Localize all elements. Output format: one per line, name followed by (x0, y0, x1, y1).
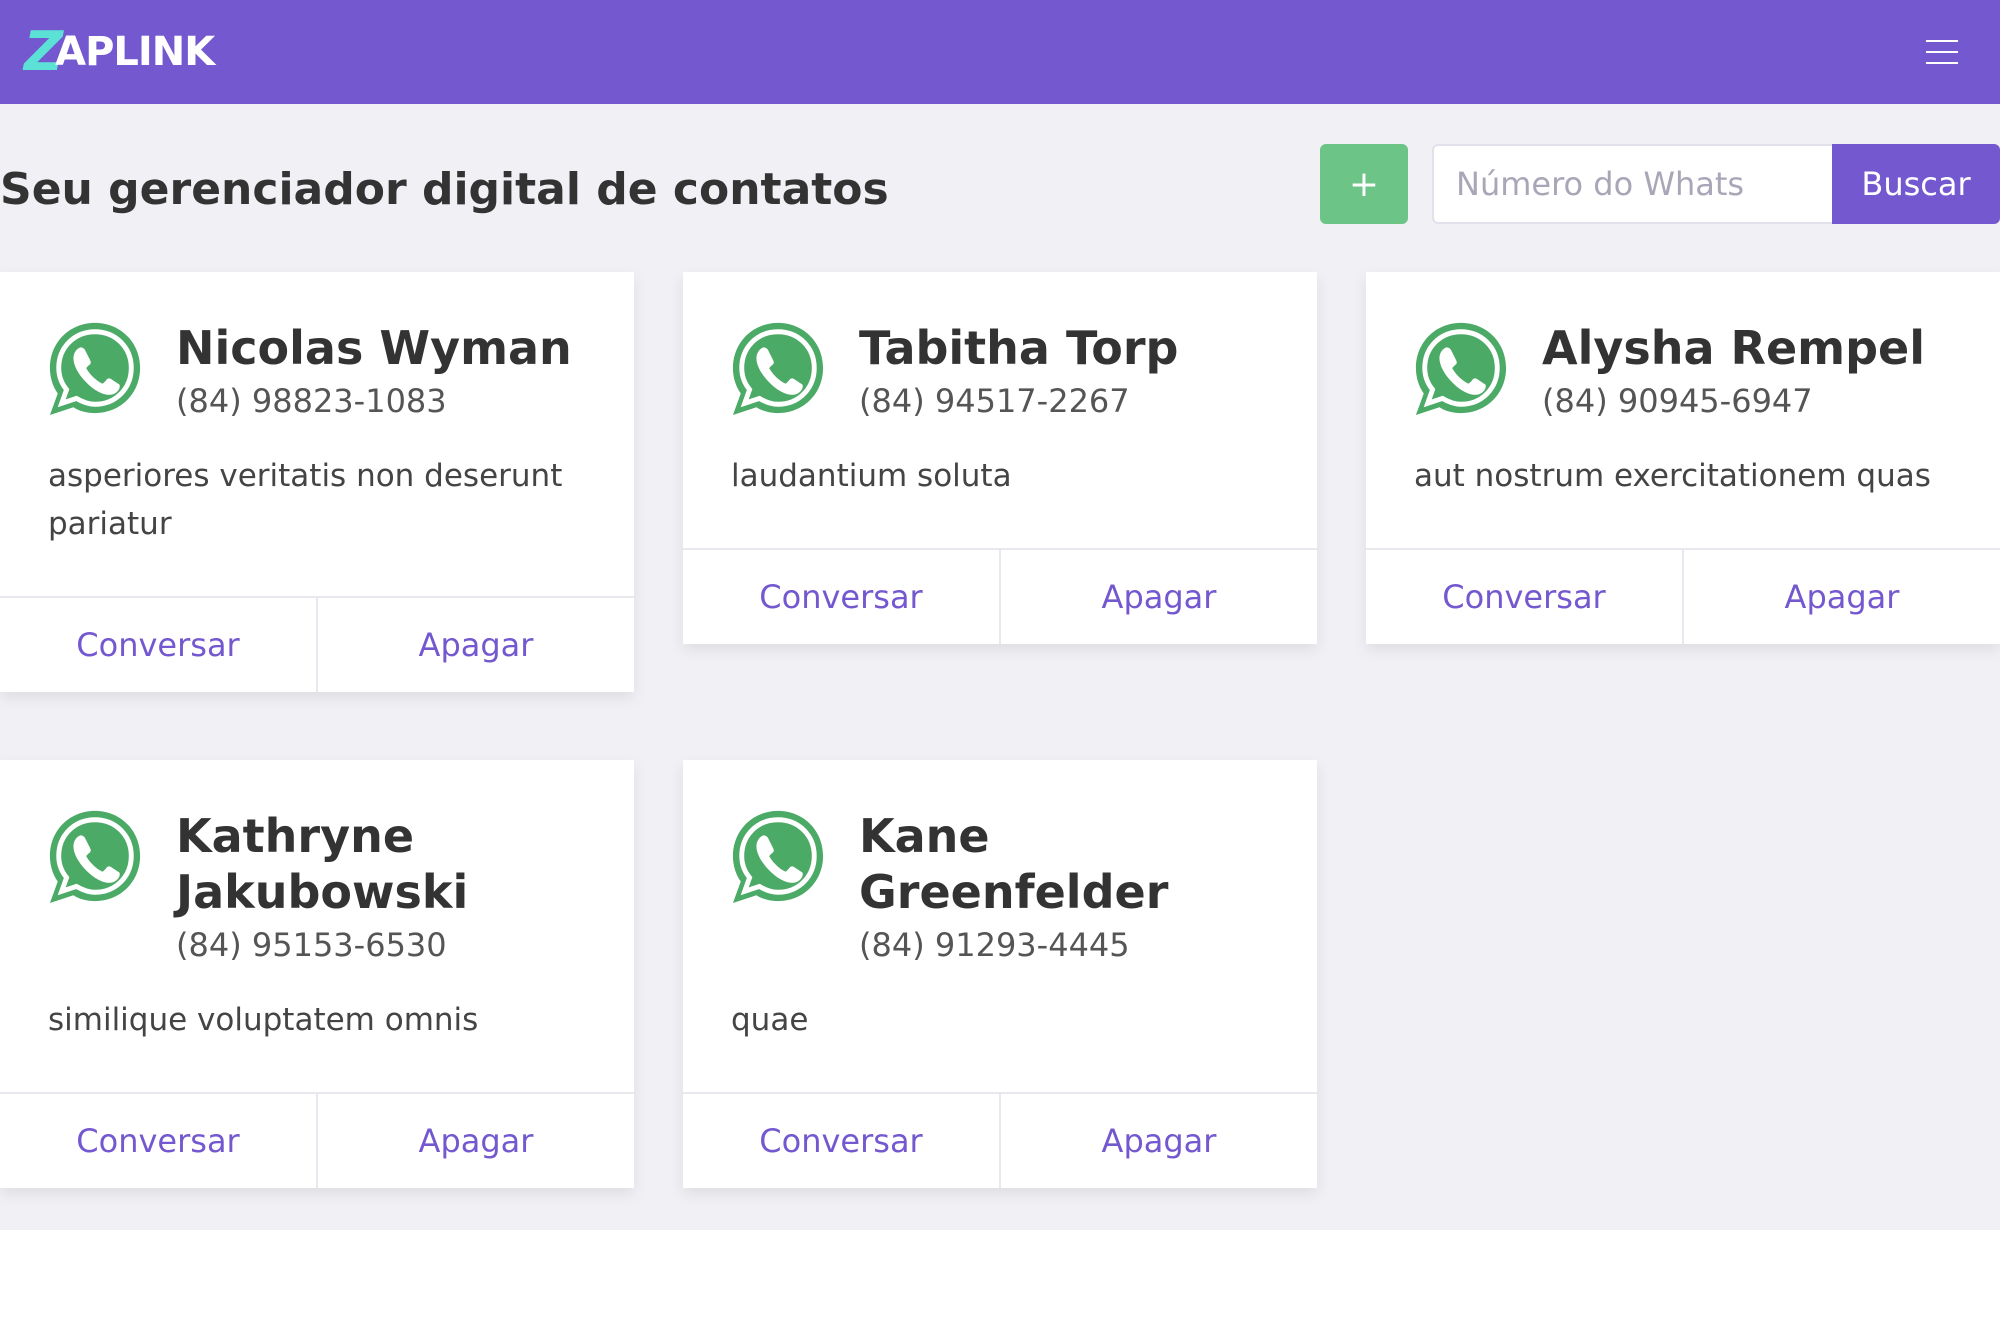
chat-button[interactable]: Conversar (683, 550, 999, 644)
add-contact-button[interactable]: + (1320, 144, 1408, 224)
whatsapp-icon (729, 318, 827, 418)
card-body: Kane Greenfelder (84) 91293-4445 quae (683, 760, 1317, 1092)
card-actions: Conversar Apagar (1366, 548, 2000, 644)
main-content: Seu gerenciador digital de contatos + Bu… (0, 104, 2000, 1230)
contact-name: Kane Greenfelder (859, 809, 1169, 919)
contact-name: Kathryne Jakubowski (176, 809, 469, 919)
contact-note: asperiores veritatis non deserunt pariat… (48, 458, 563, 542)
card-actions: Conversar Apagar (683, 548, 1317, 644)
whatsapp-icon (1412, 318, 1510, 418)
chat-button[interactable]: Conversar (0, 1094, 316, 1188)
whatsapp-search-input[interactable] (1432, 144, 1834, 224)
contact-card: Tabitha Torp (84) 94517-2267 laudantium … (683, 272, 1317, 644)
contact-card: Kane Greenfelder (84) 91293-4445 quae Co… (683, 760, 1317, 1188)
card-body: Nicolas Wyman (84) 98823-1083 asperiores… (0, 272, 634, 596)
card-body: Kathryne Jakubowski (84) 95153-6530 simi… (0, 760, 634, 1092)
card-header: Alysha Rempel (84) 90945-6947 (1542, 320, 1952, 424)
hamburger-icon[interactable] (1918, 34, 1966, 70)
hamburger-line (1926, 62, 1958, 64)
card-header: Kathryne Jakubowski (84) 95153-6530 (176, 808, 586, 968)
card-body: Tabitha Torp (84) 94517-2267 laudantium … (683, 272, 1317, 548)
hamburger-line (1926, 51, 1958, 53)
card-actions: Conversar Apagar (683, 1092, 1317, 1188)
page-title: Seu gerenciador digital de contatos (0, 164, 889, 215)
chat-button[interactable]: Conversar (683, 1094, 999, 1188)
card-header: Nicolas Wyman (84) 98823-1083 (176, 320, 586, 424)
contact-name: Tabitha Torp (859, 321, 1179, 375)
chat-button[interactable]: Conversar (0, 598, 316, 692)
navbar: Z APLINK (0, 0, 2000, 104)
delete-button[interactable]: Apagar (316, 598, 634, 692)
card-actions: Conversar Apagar (0, 596, 634, 692)
contact-phone: (84) 91293-4445 (859, 926, 1130, 964)
contact-phone: (84) 98823-1083 (176, 382, 447, 420)
contact-card: Kathryne Jakubowski (84) 95153-6530 simi… (0, 760, 634, 1188)
contact-name: Alysha Rempel (1542, 321, 1925, 375)
whatsapp-icon (729, 806, 827, 906)
contact-note: aut nostrum exercitationem quas (1414, 458, 1931, 494)
delete-button[interactable]: Apagar (999, 1094, 1317, 1188)
card-body: Alysha Rempel (84) 90945-6947 aut nostru… (1366, 272, 2000, 548)
card-header: Tabitha Torp (84) 94517-2267 (859, 320, 1269, 424)
card-header: Kane Greenfelder (84) 91293-4445 (859, 808, 1269, 968)
contact-note: quae (731, 1002, 809, 1038)
contact-name: Nicolas Wyman (176, 321, 572, 375)
whatsapp-icon (46, 806, 144, 906)
delete-button[interactable]: Apagar (316, 1094, 634, 1188)
contact-phone: (84) 90945-6947 (1542, 382, 1813, 420)
card-actions: Conversar Apagar (0, 1092, 634, 1188)
contact-card: Nicolas Wyman (84) 98823-1083 asperiores… (0, 272, 634, 692)
whatsapp-icon (46, 318, 144, 418)
contact-phone: (84) 95153-6530 (176, 926, 447, 964)
chat-button[interactable]: Conversar (1366, 550, 1682, 644)
zaplink-logo[interactable]: Z APLINK (24, 25, 215, 79)
hamburger-line (1926, 40, 1958, 42)
delete-button[interactable]: Apagar (999, 550, 1317, 644)
contact-card: Alysha Rempel (84) 90945-6947 aut nostru… (1366, 272, 2000, 644)
contact-note: laudantium soluta (731, 458, 1012, 494)
contact-phone: (84) 94517-2267 (859, 382, 1130, 420)
delete-button[interactable]: Apagar (1682, 550, 2000, 644)
search-button[interactable]: Buscar (1832, 144, 2000, 224)
logo-text: APLINK (55, 29, 215, 75)
contact-note: similique voluptatem omnis (48, 1002, 479, 1038)
